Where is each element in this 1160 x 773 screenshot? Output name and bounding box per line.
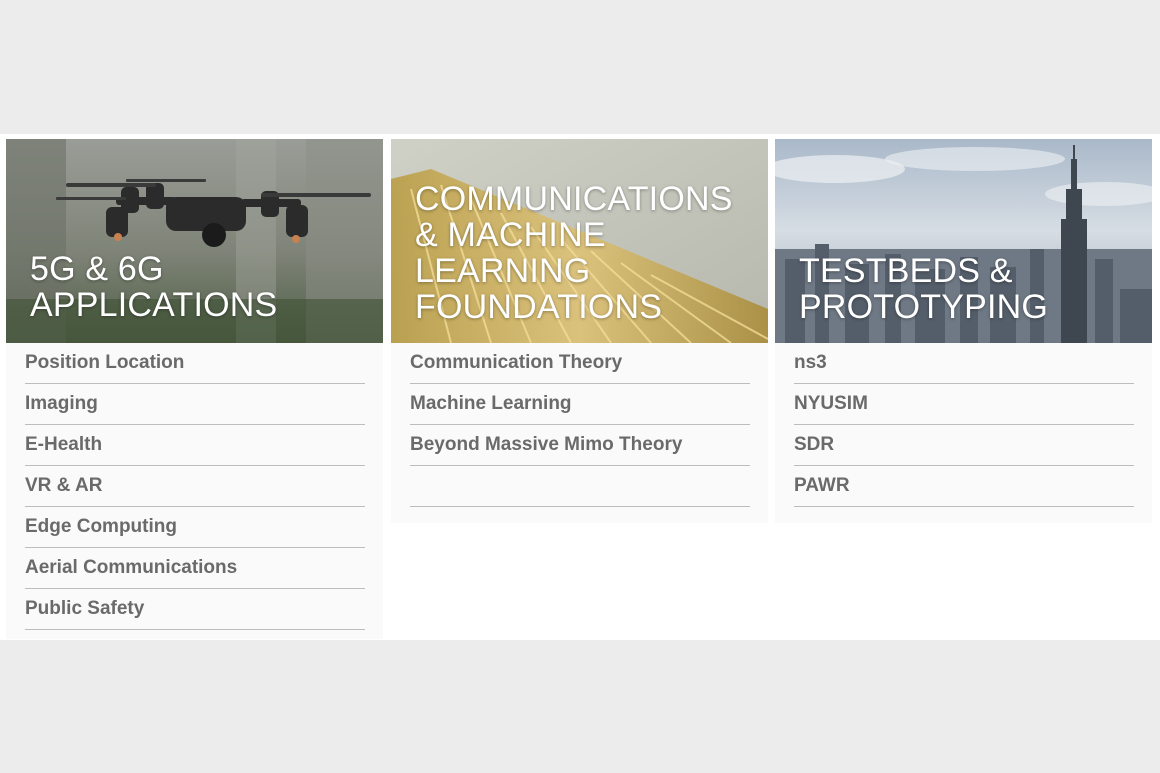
card-testbeds-prototyping[interactable]: TESTBEDS & PROTOTYPING ns3 NYUSIM SDR PA… (775, 139, 1152, 523)
topic-item[interactable]: Machine Learning (410, 384, 750, 425)
topic-item[interactable]: Public Safety (25, 589, 365, 630)
card-5g-6g-applications[interactable]: 5G & 6G APPLICATIONS Position Location I… (6, 139, 383, 639)
topic-item[interactable]: Beyond Massive Mimo Theory (410, 425, 750, 466)
topic-item[interactable]: Position Location (25, 343, 365, 384)
card-title: 5G & 6G APPLICATIONS (30, 250, 278, 324)
topic-item[interactable]: Edge Computing (25, 507, 365, 548)
topic-item[interactable]: ns3 (794, 343, 1134, 384)
card-hero[interactable]: COMMUNICATIONS & MACHINE LEARNING FOUNDA… (391, 139, 768, 343)
topic-item[interactable]: NYUSIM (794, 384, 1134, 425)
topic-item[interactable]: VR & AR (25, 466, 365, 507)
topic-item-empty (410, 466, 750, 507)
topic-item[interactable]: PAWR (794, 466, 1134, 507)
topic-item[interactable]: SDR (794, 425, 1134, 466)
topic-item[interactable]: Aerial Communications (25, 548, 365, 589)
topic-item[interactable]: E-Health (25, 425, 365, 466)
topic-list: Communication Theory Machine Learning Be… (391, 343, 768, 507)
topic-list: ns3 NYUSIM SDR PAWR (775, 343, 1152, 507)
card-communications-ml-foundations[interactable]: COMMUNICATIONS & MACHINE LEARNING FOUNDA… (391, 139, 768, 523)
topic-list: Position Location Imaging E-Health VR & … (6, 343, 383, 630)
card-title: COMMUNICATIONS & MACHINE LEARNING FOUNDA… (415, 180, 733, 326)
topic-item[interactable]: Imaging (25, 384, 365, 425)
card-hero[interactable]: 5G & 6G APPLICATIONS (6, 139, 383, 343)
card-hero[interactable]: TESTBEDS & PROTOTYPING (775, 139, 1152, 343)
card-title: TESTBEDS & PROTOTYPING (799, 252, 1049, 326)
topic-item[interactable]: Communication Theory (410, 343, 750, 384)
